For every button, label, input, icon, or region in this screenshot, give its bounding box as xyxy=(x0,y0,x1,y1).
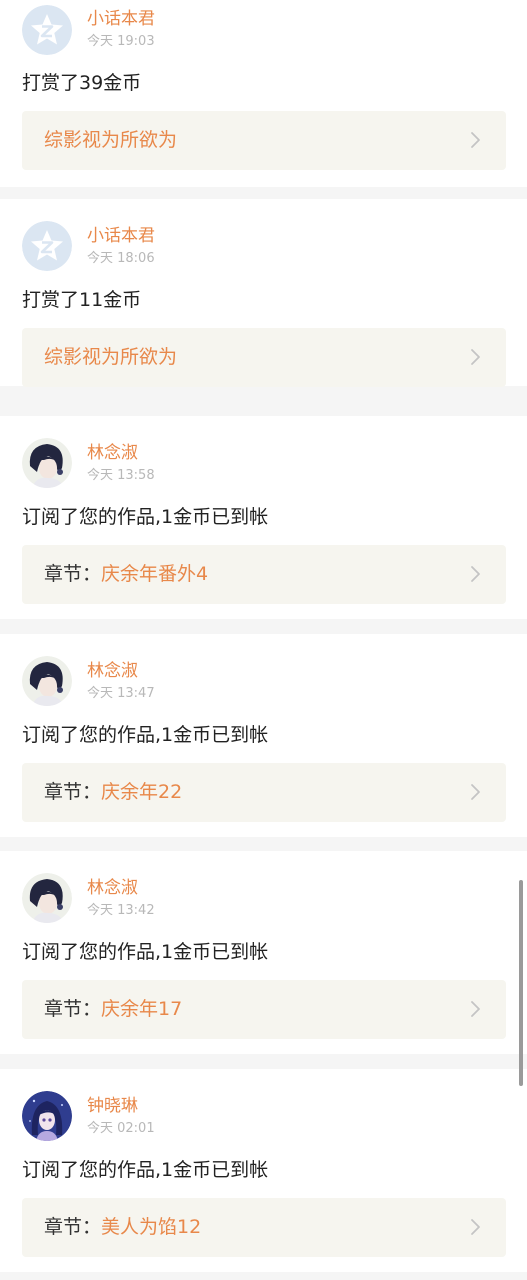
avatar-girl-photo-icon[interactable] xyxy=(22,873,72,923)
notification-card: 小话本君 今天 19:03 打赏了39金币 综影视为所欲为 xyxy=(0,0,527,187)
work-title: 综影视为所欲为 xyxy=(44,129,178,151)
notification-message: 打赏了11金币 xyxy=(22,289,142,311)
chevron-right-icon xyxy=(466,565,484,583)
username[interactable]: 林念淑 xyxy=(87,660,138,682)
notification-card: 小话本君 今天 18:06 打赏了11金币 综影视为所欲为 xyxy=(0,199,527,387)
chevron-right-icon xyxy=(466,1000,484,1018)
work-link-text: 综影视为所欲为 xyxy=(44,344,177,371)
avatar-girl-photo-icon[interactable] xyxy=(22,656,72,706)
work-link-box[interactable]: 综影视为所欲为 xyxy=(22,111,506,170)
chapter-title: 庆余年22 xyxy=(101,781,183,803)
timestamp: 今天 13:47 xyxy=(87,686,155,701)
notification-card: 林念淑 今天 13:58 订阅了您的作品,1金币已到帐 章节：庆余年番外4 xyxy=(0,416,527,619)
avatar-qzone-star-icon[interactable] xyxy=(22,5,72,55)
work-link-box[interactable]: 综影视为所欲为 xyxy=(22,328,506,387)
timestamp: 今天 02:01 xyxy=(87,1121,155,1136)
notification-feed: 小话本君 今天 19:03 打赏了39金币 综影视为所欲为 小话本君 今天 18… xyxy=(0,0,527,1280)
chapter-prefix: 章节： xyxy=(44,781,102,803)
avatar-anime-girl-icon[interactable] xyxy=(22,1091,72,1141)
chapter-link-text: 章节：庆余年番外4 xyxy=(44,561,208,588)
chevron-right-icon xyxy=(466,348,484,366)
chapter-prefix: 章节： xyxy=(44,563,102,585)
username[interactable]: 林念淑 xyxy=(87,877,138,899)
vertical-scrollbar[interactable] xyxy=(519,880,523,1086)
notification-card: 林念淑 今天 13:47 订阅了您的作品,1金币已到帐 章节：庆余年22 xyxy=(0,634,527,837)
chevron-right-icon xyxy=(466,131,484,149)
chapter-link-box[interactable]: 章节：庆余年番外4 xyxy=(22,545,506,604)
username[interactable]: 林念淑 xyxy=(87,442,138,464)
chevron-right-icon xyxy=(466,1218,484,1236)
timestamp: 今天 19:03 xyxy=(87,34,155,49)
notification-card: 林念淑 今天 13:42 订阅了您的作品,1金币已到帐 章节：庆余年17 xyxy=(0,851,527,1054)
chapter-link-box[interactable]: 章节：庆余年22 xyxy=(22,763,506,822)
avatar-qzone-star-icon[interactable] xyxy=(22,221,72,271)
chapter-title: 美人为馅12 xyxy=(101,1216,202,1238)
notification-message: 订阅了您的作品,1金币已到帐 xyxy=(22,1159,269,1181)
notification-message: 订阅了您的作品,1金币已到帐 xyxy=(22,724,269,746)
chapter-link-text: 章节：庆余年17 xyxy=(44,996,182,1023)
chapter-prefix: 章节： xyxy=(44,1216,102,1238)
chevron-right-icon xyxy=(466,783,484,801)
chapter-title: 庆余年17 xyxy=(101,998,183,1020)
notification-message: 订阅了您的作品,1金币已到帐 xyxy=(22,506,269,528)
chapter-title: 庆余年番外4 xyxy=(101,563,209,585)
timestamp: 今天 18:06 xyxy=(87,251,155,266)
notification-card: 钟晓琳 今天 02:01 订阅了您的作品,1金币已到帐 章节：美人为馅12 xyxy=(0,1069,527,1272)
chapter-link-box[interactable]: 章节：庆余年17 xyxy=(22,980,506,1039)
chapter-prefix: 章节： xyxy=(44,998,102,1020)
chapter-link-text: 章节：庆余年22 xyxy=(44,779,182,806)
notification-message: 订阅了您的作品,1金币已到帐 xyxy=(22,941,269,963)
avatar-girl-photo-icon[interactable] xyxy=(22,438,72,488)
chapter-link-text: 章节：美人为馅12 xyxy=(44,1214,201,1241)
work-title: 综影视为所欲为 xyxy=(44,346,178,368)
work-link-text: 综影视为所欲为 xyxy=(44,127,177,154)
username[interactable]: 钟晓琳 xyxy=(87,1095,138,1117)
chapter-link-box[interactable]: 章节：美人为馅12 xyxy=(22,1198,506,1257)
username[interactable]: 小话本君 xyxy=(87,8,155,30)
timestamp: 今天 13:58 xyxy=(87,468,155,483)
username[interactable]: 小话本君 xyxy=(87,225,155,247)
timestamp: 今天 13:42 xyxy=(87,903,155,918)
notification-message: 打赏了39金币 xyxy=(22,72,142,94)
